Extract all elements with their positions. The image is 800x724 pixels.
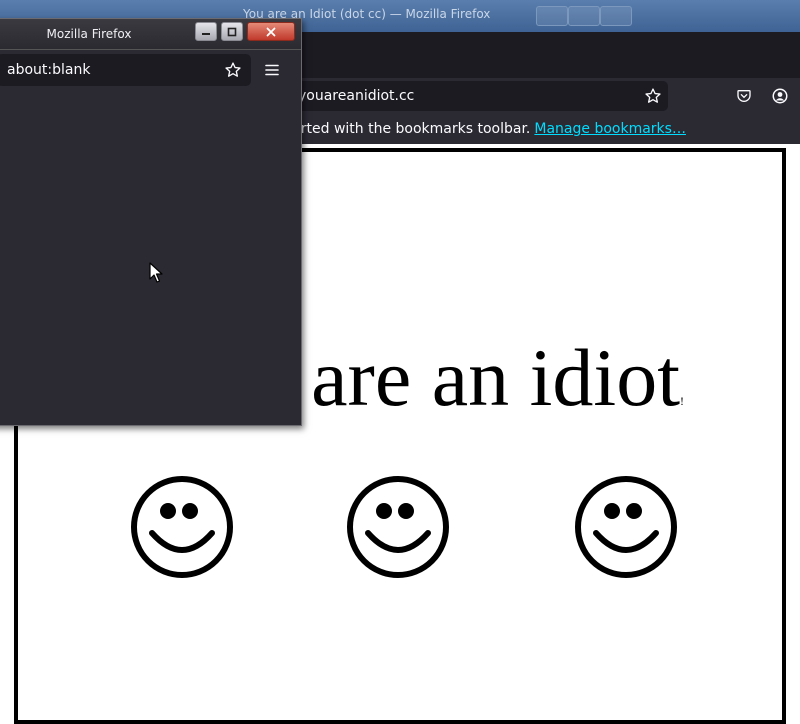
mouse-pointer-icon (149, 262, 163, 283)
popup-page-content (0, 90, 301, 425)
popup-titlebar[interactable]: Mozilla Firefox (0, 19, 301, 50)
pocket-icon[interactable] (731, 83, 757, 109)
main-minimize-button[interactable] (536, 6, 568, 26)
main-url-text: youareanidiot.cc (298, 88, 415, 104)
popup-maximize-button[interactable] (221, 22, 243, 41)
hamburger-menu-icon[interactable] (259, 57, 285, 83)
main-maximize-button[interactable] (568, 6, 600, 26)
smiley-face-icon (347, 476, 449, 578)
popup-url-bar[interactable]: about:blank (0, 54, 251, 86)
manage-bookmarks-link[interactable]: Manage bookmarks… (534, 121, 686, 137)
bookmarks-toolbar-message: Get started with the bookmarks toolbar. M… (250, 121, 686, 137)
main-close-button[interactable] (600, 6, 632, 26)
popup-browser-window[interactable]: Mozilla Firefox about:blank (0, 18, 302, 426)
smiley-face-icon (131, 476, 233, 578)
headline-tail: ! (680, 394, 684, 408)
popup-window-title: Mozilla Firefox (46, 27, 132, 41)
popup-navigation-toolbar: about:blank (0, 50, 301, 90)
smiley-face-icon (575, 476, 677, 578)
popup-minimize-button[interactable] (195, 22, 217, 41)
account-icon[interactable] (767, 83, 793, 109)
popup-url-text: about:blank (7, 62, 91, 78)
star-icon[interactable] (640, 83, 666, 109)
popup-close-button[interactable] (247, 22, 295, 41)
star-icon[interactable] (220, 57, 246, 83)
